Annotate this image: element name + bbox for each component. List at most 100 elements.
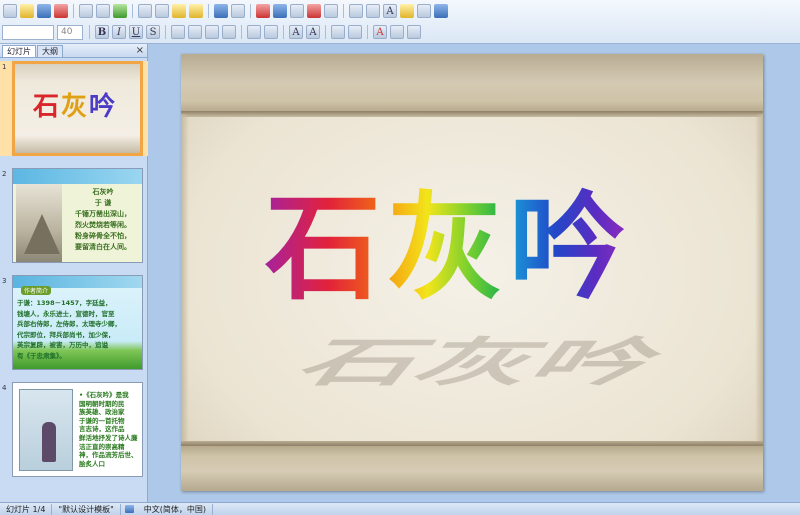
toolbar-separator bbox=[250, 4, 251, 18]
thumbnail-canvas: 作者简介 于谦：1398－1457，字廷益， 钱塘人，永乐进士，宣德时，官至 兵… bbox=[12, 275, 143, 370]
spelling-status-icon[interactable] bbox=[124, 505, 134, 513]
formatting-toolbar: 40 B I U S A A A bbox=[2, 22, 422, 42]
tab-outline[interactable]: 大纲 bbox=[37, 45, 63, 57]
new-file-icon[interactable] bbox=[3, 4, 17, 18]
print-preview-icon[interactable] bbox=[96, 4, 110, 18]
redo-icon[interactable] bbox=[231, 4, 245, 18]
slide-editor: 石灰吟 石 灰 吟 bbox=[149, 44, 800, 502]
slide-thumbnail-2[interactable]: 2 石灰吟 于 谦 千锤万凿出深山， 烈火焚烧若等闲。 粉身碎骨全不怕， 要留清… bbox=[0, 168, 148, 263]
desc-line: 言志诗，这作品 bbox=[79, 425, 125, 434]
open-folder-icon[interactable] bbox=[20, 4, 34, 18]
permission-icon[interactable] bbox=[54, 4, 68, 18]
decrease-font-icon[interactable]: A bbox=[306, 25, 320, 39]
italic-icon[interactable]: I bbox=[112, 25, 126, 39]
font-color-icon[interactable]: A bbox=[373, 25, 387, 39]
toolbar: A 40 B I U S A A A bbox=[0, 0, 800, 44]
toolbar-separator bbox=[283, 25, 284, 39]
desc-line: 国明朝时期的民 bbox=[79, 399, 125, 408]
slide-title[interactable]: 石 灰 吟 bbox=[265, 178, 631, 318]
title-char: 石 bbox=[265, 180, 381, 316]
title-char: 吟 bbox=[509, 180, 625, 316]
align-center-icon[interactable] bbox=[188, 25, 202, 39]
toolbar-separator bbox=[367, 25, 368, 39]
desc-line: 洁正直的崇高精 bbox=[79, 442, 125, 451]
title-char: 灰 bbox=[387, 180, 503, 316]
bio-line: 代宗即位，拜兵部尚书，加少保， bbox=[17, 330, 115, 339]
slide-thumbnail-1[interactable]: 1 石灰吟 bbox=[0, 61, 148, 156]
thumbnail-canvas: 石灰吟 bbox=[12, 61, 143, 156]
increase-font-icon[interactable]: A bbox=[289, 25, 303, 39]
print-icon[interactable] bbox=[79, 4, 93, 18]
insert-table-icon[interactable] bbox=[273, 4, 287, 18]
align-left-icon[interactable] bbox=[171, 25, 185, 39]
slide-thumbnail-4[interactable]: 4 •《石灰吟》是我 国明朝时期的民 族英雄、政治家 于谦的一首托物 言志诗，这… bbox=[0, 382, 148, 477]
shadow-icon[interactable]: S bbox=[146, 25, 160, 39]
desc-line: 族英雄、政治家 bbox=[79, 408, 125, 417]
toolbar-separator bbox=[89, 25, 90, 39]
undo-icon[interactable] bbox=[214, 4, 228, 18]
toolbar-separator bbox=[208, 4, 209, 18]
design-template-name: "默认设计模板" bbox=[52, 503, 121, 515]
color-grayscale-icon[interactable] bbox=[400, 4, 414, 18]
cut-icon[interactable] bbox=[138, 4, 152, 18]
insert-textbox-icon[interactable] bbox=[290, 4, 304, 18]
slide-number: 1 bbox=[2, 63, 7, 71]
tab-slides[interactable]: 幻灯片 bbox=[2, 45, 36, 57]
desc-line: 鲜活地抒发了诗人廉 bbox=[79, 433, 138, 442]
expand-all-icon[interactable] bbox=[366, 4, 380, 18]
save-icon[interactable] bbox=[37, 4, 51, 18]
copy-icon[interactable] bbox=[155, 4, 169, 18]
help-icon[interactable] bbox=[434, 4, 448, 18]
show-grid-icon[interactable] bbox=[349, 4, 363, 18]
slide-thumbnail-3[interactable]: 3 作者简介 于谦：1398－1457，字廷益， 钱塘人，永乐进士，宣德时，官至… bbox=[0, 275, 148, 370]
mountain-painting-image bbox=[16, 184, 62, 262]
thumbnail-title: 石灰吟 bbox=[33, 86, 117, 123]
numbering-icon[interactable] bbox=[247, 25, 261, 39]
bio-line: 英宗复辟，被害，万历中，追谥 bbox=[17, 341, 108, 349]
desc-line: 脍炙人口 bbox=[79, 459, 105, 468]
bio-line: 兵部右侍郎，左侍郎，太理寺少卿， bbox=[17, 320, 121, 328]
poem-author: 于 谦 bbox=[94, 198, 112, 207]
font-size-select[interactable]: 40 bbox=[57, 24, 83, 40]
scroll-edge bbox=[755, 114, 763, 444]
desc-line: 神，作品流芳后世、 bbox=[79, 451, 138, 460]
toolbar-separator bbox=[241, 25, 242, 39]
status-bar: 幻灯片 1/4 "默认设计模板" 中文(简体，中国) bbox=[0, 502, 800, 515]
poem-title: 石灰吟 bbox=[92, 187, 114, 196]
thumbnail-canvas: 石灰吟 于 谦 千锤万凿出深山， 烈火焚烧若等闲。 粉身碎骨全不怕， 要留清白在… bbox=[12, 168, 143, 263]
format-painter-icon[interactable] bbox=[189, 4, 203, 18]
title-char: 石 bbox=[33, 92, 62, 122]
increase-indent-icon[interactable] bbox=[348, 25, 362, 39]
insert-picture-icon[interactable] bbox=[307, 4, 321, 18]
slide-number: 2 bbox=[2, 170, 7, 178]
poem-line: 要留清白在人间。 bbox=[75, 242, 131, 251]
thumbnail-canvas: •《石灰吟》是我 国明朝时期的民 族英雄、政治家 于谦的一首托物 言志诗，这作品… bbox=[12, 382, 143, 477]
toolbar-separator bbox=[343, 4, 344, 18]
scroll-bottom-decoration bbox=[181, 441, 763, 491]
current-slide[interactable]: 石灰吟 石 灰 吟 bbox=[181, 54, 763, 491]
font-name-select[interactable] bbox=[2, 24, 54, 40]
align-right-icon[interactable] bbox=[205, 25, 219, 39]
spelling-icon[interactable] bbox=[113, 4, 127, 18]
toolbar-separator bbox=[165, 25, 166, 39]
underline-icon[interactable]: U bbox=[129, 25, 143, 39]
design-icon[interactable] bbox=[390, 25, 404, 39]
author-bio-text: 于谦：1398－1457，字廷益， 钱塘人，永乐进士，宣德时，官至 兵部右侍郎，… bbox=[17, 298, 141, 361]
insert-chart-icon[interactable] bbox=[256, 4, 270, 18]
bold-icon[interactable]: B bbox=[95, 25, 109, 39]
toolbar-separator bbox=[132, 4, 133, 18]
close-icon[interactable]: × bbox=[136, 44, 144, 58]
poem-line: 烈火焚烧若等闲。 bbox=[75, 220, 131, 229]
new-slide-icon[interactable] bbox=[407, 25, 421, 39]
paste-icon[interactable] bbox=[172, 4, 186, 18]
text-format-icon[interactable]: A bbox=[383, 4, 397, 18]
bullets-icon[interactable] bbox=[264, 25, 278, 39]
decrease-indent-icon[interactable] bbox=[331, 25, 345, 39]
insert-hyperlink-icon[interactable] bbox=[324, 4, 338, 18]
thumbnail-banner bbox=[13, 169, 142, 184]
toolbar-separator bbox=[325, 25, 326, 39]
title-char: 吟 bbox=[89, 92, 118, 122]
zoom-icon[interactable] bbox=[417, 4, 431, 18]
title-shadow: 石灰吟 bbox=[281, 331, 682, 394]
justify-icon[interactable] bbox=[222, 25, 236, 39]
